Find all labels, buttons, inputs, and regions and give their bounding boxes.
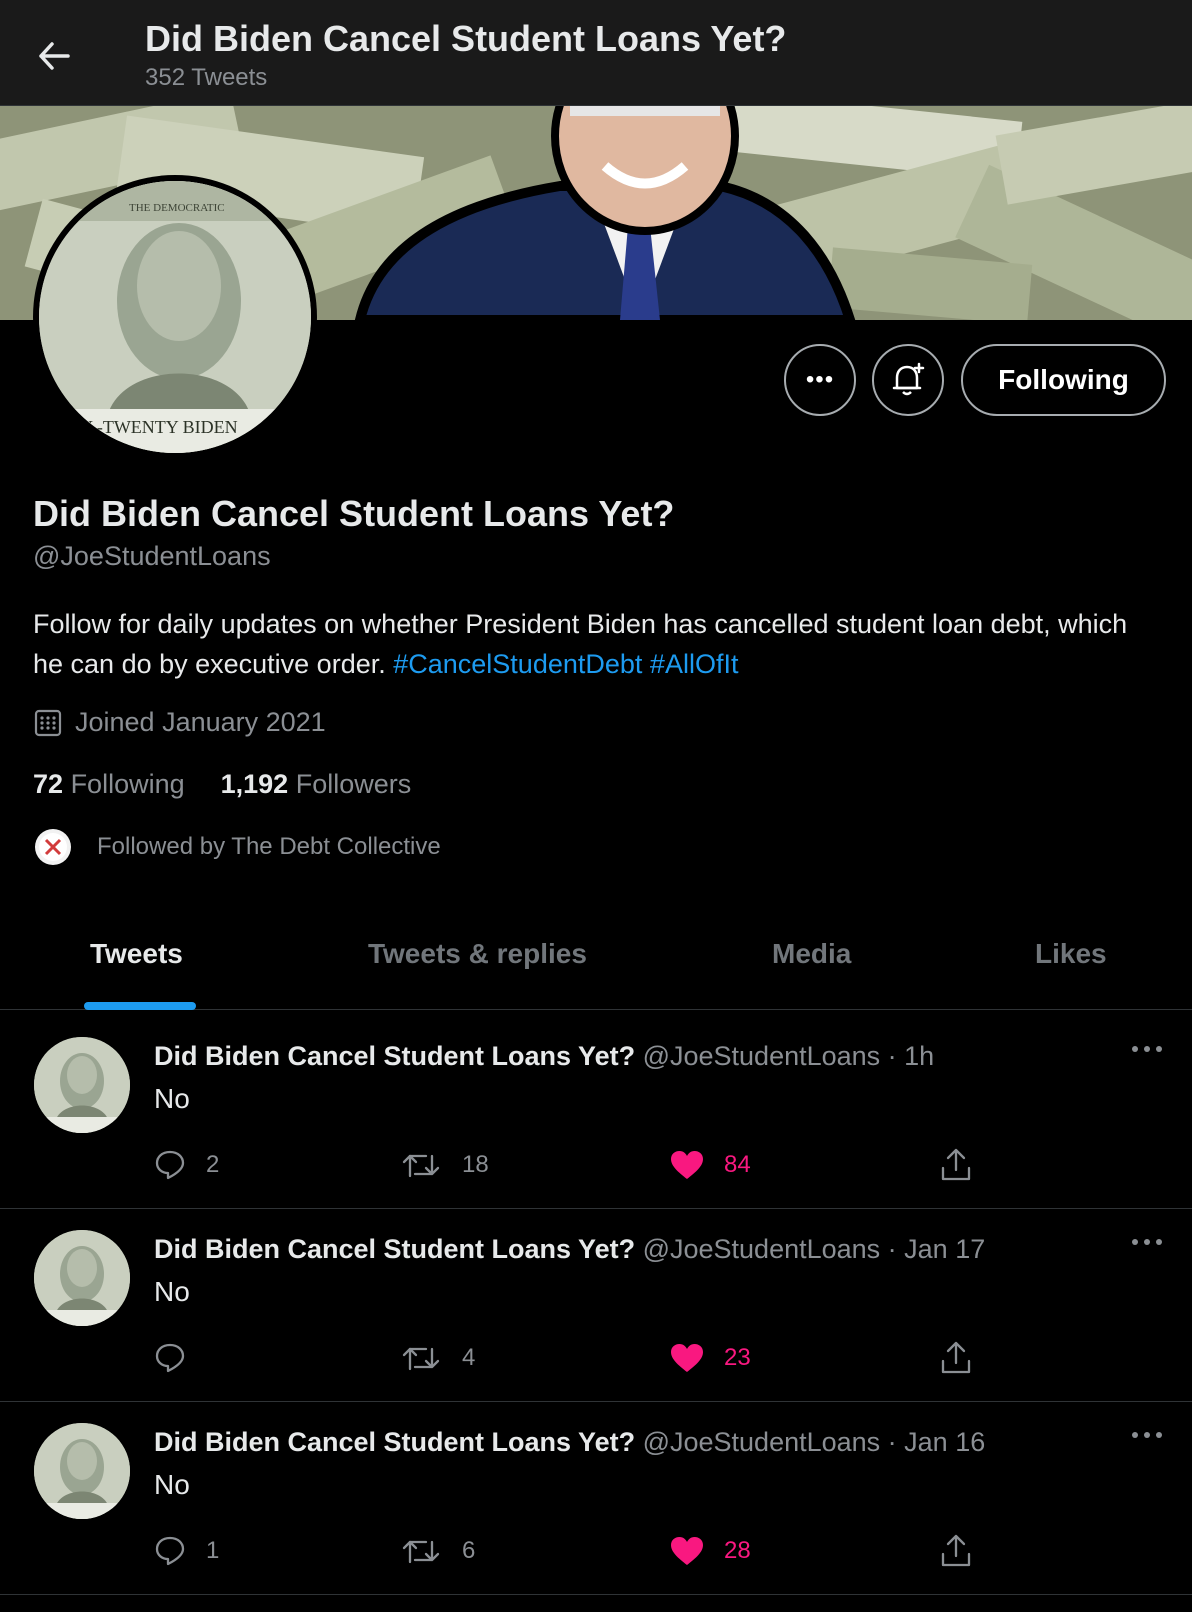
profile-bio: Follow for daily updates on whether Pres…	[33, 604, 1153, 684]
hashtag-cancel-student-debt[interactable]: #CancelStudentDebt	[393, 649, 642, 679]
tweet-author-name[interactable]: Did Biden Cancel Student Loans Yet?	[154, 1234, 635, 1264]
notifications-button[interactable]	[872, 344, 944, 416]
share-icon	[941, 1341, 971, 1374]
tweet-actions: 4 23	[154, 1338, 1054, 1378]
reply-button[interactable]: 2	[154, 1145, 219, 1185]
like-count: 84	[724, 1151, 751, 1178]
share-button[interactable]	[940, 1145, 972, 1185]
tweet-author-name[interactable]: Did Biden Cancel Student Loans Yet?	[154, 1427, 635, 1457]
followers-count: 1,192	[220, 769, 289, 799]
tweet-actions: 2 18 84	[154, 1145, 1054, 1185]
calendar-icon	[34, 709, 62, 736]
heart-icon	[671, 1344, 703, 1372]
like-button[interactable]: 28	[670, 1531, 751, 1571]
like-button[interactable]: 23	[670, 1338, 751, 1378]
more-options-button[interactable]: •••	[784, 344, 856, 416]
tweet-avatar[interactable]	[34, 1230, 130, 1326]
tab-likes[interactable]: Likes	[1035, 938, 1107, 970]
tweet-more-icon[interactable]	[1130, 1041, 1164, 1059]
profile-tabs: Tweets Tweets & replies Media Likes	[0, 910, 1192, 1010]
share-icon	[941, 1148, 971, 1181]
top-bar: Did Biden Cancel Student Loans Yet? 352 …	[0, 0, 1192, 106]
retweet-button[interactable]: 4	[402, 1338, 475, 1378]
tweet-author-name[interactable]: Did Biden Cancel Student Loans Yet?	[154, 1041, 635, 1071]
tweet-text: No	[154, 1469, 190, 1500]
retweet-icon	[402, 1154, 440, 1178]
follow-counts: 72 Following 1,192 Followers	[33, 769, 411, 800]
profile-name: Did Biden Cancel Student Loans Yet?	[33, 493, 675, 534]
following-button[interactable]: Following	[961, 344, 1166, 416]
heart-icon	[671, 1537, 703, 1565]
hashtag-all-of-it[interactable]: #AllOfIt	[650, 649, 739, 679]
share-button[interactable]	[940, 1338, 972, 1378]
joined-date: Joined January 2021	[33, 707, 326, 738]
debt-collective-avatar	[35, 829, 71, 865]
tweet-header: Did Biden Cancel Student Loans Yet? @Joe…	[154, 1427, 985, 1458]
reply-count: 2	[206, 1151, 220, 1178]
tweet[interactable]: Did Biden Cancel Student Loans Yet? @Joe…	[0, 1397, 1192, 1595]
like-button[interactable]: 84	[670, 1145, 751, 1185]
profile-handle: @JoeStudentLoans	[33, 541, 271, 571]
retweet-icon	[402, 1347, 440, 1371]
retweet-icon	[402, 1540, 440, 1564]
profile-avatar[interactable]: THE DEMOCRATIC TY -TWENTY BIDEN	[33, 175, 317, 459]
tweet-more-icon[interactable]	[1130, 1234, 1164, 1252]
tweet-handle-time: @JoeStudentLoans · Jan 17	[635, 1234, 986, 1264]
heart-icon	[671, 1151, 703, 1179]
like-count: 23	[724, 1344, 751, 1371]
back-arrow-icon[interactable]	[34, 36, 74, 76]
like-count: 28	[724, 1537, 751, 1564]
retweet-button[interactable]: 18	[402, 1145, 489, 1185]
retweet-count: 18	[462, 1151, 489, 1178]
tweet-text: No	[154, 1083, 190, 1114]
tab-media[interactable]: Media	[772, 938, 851, 970]
tweet[interactable]: Did Biden Cancel Student Loans Yet? @Joe…	[0, 1011, 1192, 1209]
retweet-count: 4	[462, 1344, 476, 1371]
followed-by-text: Followed by The Debt Collective	[97, 833, 441, 860]
header-tweet-count: 352 Tweets	[145, 64, 268, 91]
tweet-more-icon[interactable]	[1130, 1427, 1164, 1445]
bell-plus-icon	[892, 362, 925, 396]
joined-text: Joined January 2021	[75, 707, 326, 737]
reply-button[interactable]	[154, 1338, 206, 1378]
tweet-avatar[interactable]	[34, 1423, 130, 1519]
followers-count-label: Followers	[295, 769, 412, 799]
header-title: Did Biden Cancel Student Loans Yet?	[145, 18, 787, 59]
reply-button[interactable]: 1	[154, 1531, 219, 1571]
avatar-banner-text-bottom: TY -TWENTY BIDEN	[69, 417, 238, 437]
more-icon: •••	[805, 366, 835, 393]
followers-count-link[interactable]: 1,192 Followers	[221, 769, 412, 800]
following-count-link[interactable]: 72 Following	[33, 769, 185, 800]
active-tab-indicator	[84, 1002, 196, 1010]
followed-by[interactable]: Followed by The Debt Collective	[35, 829, 441, 865]
share-icon	[941, 1534, 971, 1567]
tweet-handle-time: @JoeStudentLoans · Jan 16	[635, 1427, 986, 1457]
tweet-header: Did Biden Cancel Student Loans Yet? @Joe…	[154, 1041, 934, 1072]
tweet-actions: 1 6 28	[154, 1531, 1054, 1571]
tweet-header: Did Biden Cancel Student Loans Yet? @Joe…	[154, 1234, 985, 1265]
following-count-label: Following	[70, 769, 185, 799]
retweet-count: 6	[462, 1537, 476, 1564]
following-count: 72	[33, 769, 64, 799]
retweet-button[interactable]: 6	[402, 1531, 475, 1571]
tweet-avatar[interactable]	[34, 1037, 130, 1133]
reply-icon	[155, 1536, 185, 1566]
tweet[interactable]: Did Biden Cancel Student Loans Yet? @Joe…	[0, 1204, 1192, 1402]
tweet-handle-time: @JoeStudentLoans · 1h	[635, 1041, 935, 1071]
avatar-banner-text-top: THE DEMOCRATIC	[129, 202, 225, 214]
reply-icon	[155, 1343, 185, 1373]
tab-tweets[interactable]: Tweets	[90, 938, 183, 970]
tweet-text: No	[154, 1276, 190, 1307]
reply-icon	[155, 1150, 185, 1180]
reply-count: 1	[206, 1537, 220, 1564]
tab-tweets-replies[interactable]: Tweets & replies	[368, 938, 587, 970]
share-button[interactable]	[940, 1531, 972, 1571]
